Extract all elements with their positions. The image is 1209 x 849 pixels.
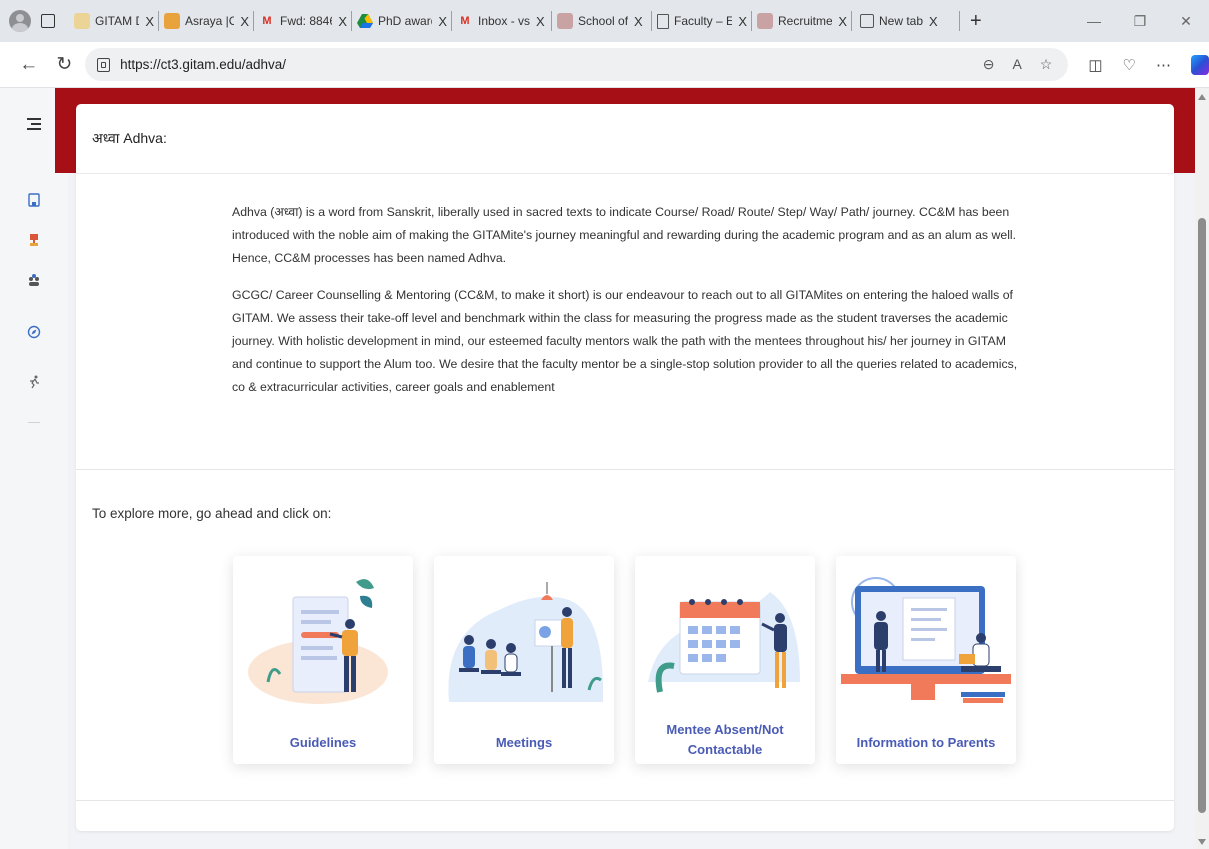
- split-screen-icon[interactable]: ◫: [1088, 56, 1102, 74]
- tile-label[interactable]: Information to Parents: [836, 733, 1016, 753]
- read-aloud-icon[interactable]: A: [1012, 56, 1021, 73]
- sidebar-divider: [28, 422, 40, 423]
- browser-toolbar: ← ↻ https://ct3.gitam.edu/adhva/ ⊖ A ☆ ◫…: [0, 42, 1209, 88]
- page-title: अध्वा Adhva:: [76, 104, 1174, 174]
- tile-label-line-2[interactable]: Contactable: [635, 740, 815, 760]
- mentee-absent-tile[interactable]: Mentee Absent/Not Contactable: [635, 556, 815, 764]
- back-icon[interactable]: ←: [18, 54, 40, 76]
- restore-icon[interactable]: ❐: [1117, 13, 1163, 30]
- card-footer-divider: [76, 800, 1174, 801]
- document-favicon-icon: [657, 13, 669, 29]
- scroll-down-icon[interactable]: [1198, 839, 1206, 845]
- gitam-favicon-icon: [557, 13, 573, 29]
- browser-tab-inbox[interactable]: M Inbox - vs X: [452, 0, 552, 42]
- tab-title: Recruitme: [778, 14, 833, 28]
- gitam-favicon-icon: [757, 13, 773, 29]
- tab-title: Inbox - vs: [478, 14, 531, 28]
- tile-label[interactable]: Meetings: [434, 733, 614, 753]
- page-viewport: अध्वा Adhva: Adhva (अध्वा) is a word fro…: [0, 88, 1209, 849]
- intro-paragraph: GCGC/ Career Counselling & Mentoring (CC…: [232, 288, 1018, 394]
- compass-icon[interactable]: [24, 322, 44, 342]
- page-scrollbar[interactable]: [1195, 88, 1209, 849]
- browser-tab-recruitment[interactable]: Recruitme X: [752, 0, 852, 42]
- guidelines-illustration: [248, 579, 388, 704]
- scroll-up-icon[interactable]: [1198, 94, 1206, 100]
- window-controls: — ❐ ✕: [1071, 13, 1209, 30]
- tab-title: Faculty – E: [674, 14, 733, 28]
- profile-avatar-icon[interactable]: [9, 10, 31, 32]
- browser-tab-fwd[interactable]: M Fwd: 8846 X: [254, 0, 352, 42]
- tab-close-icon[interactable]: X: [838, 14, 847, 29]
- adhva-card: अध्वा Adhva: Adhva (अध्वा) is a word fro…: [76, 104, 1174, 831]
- information-to-parents-tile[interactable]: Information to Parents: [836, 556, 1016, 764]
- lock-icon[interactable]: [97, 57, 111, 72]
- tab-title: GITAM De: [95, 14, 139, 28]
- zoom-icon[interactable]: ⊖: [983, 56, 995, 73]
- minimize-icon[interactable]: —: [1071, 13, 1117, 30]
- building-icon[interactable]: [24, 190, 44, 210]
- google-drive-favicon-icon: [357, 13, 373, 29]
- tab-close-icon[interactable]: X: [536, 14, 545, 29]
- tile-label-line-1[interactable]: Mentee Absent/Not: [635, 720, 815, 740]
- tile-label[interactable]: Guidelines: [233, 733, 413, 753]
- explore-tiles: Guidelines Meetings Mentee Absent/Not Co…: [233, 556, 1016, 764]
- browser-tab-strip: GITAM De X Asraya |Co X M Fwd: 8846 X Ph…: [0, 0, 1209, 42]
- tab-title: Fwd: 8846: [280, 14, 333, 28]
- browser-tab-school[interactable]: School of X: [552, 0, 652, 42]
- tab-close-icon[interactable]: X: [634, 14, 643, 29]
- sidebar: [0, 88, 68, 849]
- intro-paragraph: Adhva (अध्वा) is a word from Sanskrit, l…: [232, 205, 1017, 265]
- tab-close-icon[interactable]: X: [929, 14, 938, 29]
- browser-essentials-icon[interactable]: ♡: [1123, 56, 1136, 74]
- browser-tab-phd[interactable]: PhD award X: [352, 0, 452, 42]
- tab-actions-icon[interactable]: [41, 14, 55, 28]
- address-bar[interactable]: https://ct3.gitam.edu/adhva/ ⊖ A ☆: [85, 48, 1069, 81]
- favorite-star-icon[interactable]: ☆: [1040, 56, 1053, 73]
- tab-close-icon[interactable]: X: [240, 14, 249, 29]
- runner-icon[interactable]: [24, 372, 44, 392]
- meetings-illustration: [448, 582, 604, 702]
- newtab-favicon-icon: [860, 14, 874, 28]
- browser-tab-gitam[interactable]: GITAM De X: [69, 0, 159, 42]
- browser-tab-faculty[interactable]: Faculty – E X: [652, 0, 752, 42]
- browser-tab-asraya[interactable]: Asraya |Co X: [159, 0, 254, 42]
- close-window-icon[interactable]: ✕: [1163, 13, 1209, 30]
- url-text[interactable]: https://ct3.gitam.edu/adhva/: [120, 57, 286, 72]
- explore-heading: To explore more, go ahead and click on:: [92, 506, 332, 521]
- tab-close-icon[interactable]: X: [338, 14, 347, 29]
- meetings-tile[interactable]: Meetings: [434, 556, 614, 764]
- tab-close-icon[interactable]: X: [438, 14, 447, 29]
- gmail-favicon-icon: M: [262, 15, 272, 27]
- reload-icon[interactable]: ↻: [54, 53, 76, 76]
- people-icon[interactable]: [24, 270, 44, 290]
- menu-icon[interactable]: [24, 114, 44, 134]
- gmail-favicon-icon: M: [460, 15, 470, 27]
- browser-tab-newtab[interactable]: New tab X: [852, 0, 960, 42]
- gitam-favicon-icon: [74, 13, 90, 29]
- new-tab-button[interactable]: +: [970, 10, 982, 33]
- tab-title: Asraya |Co: [185, 14, 235, 28]
- guidelines-tile[interactable]: Guidelines: [233, 556, 413, 764]
- copilot-icon[interactable]: [1190, 54, 1209, 75]
- tab-title: School of: [578, 14, 629, 28]
- trophy-icon[interactable]: [24, 230, 44, 250]
- tab-close-icon[interactable]: X: [738, 14, 747, 29]
- tab-close-icon[interactable]: X: [145, 14, 154, 29]
- more-options-icon[interactable]: ⋯: [1156, 56, 1171, 74]
- parents-info-illustration: [841, 577, 1011, 703]
- scroll-thumb[interactable]: [1198, 218, 1206, 813]
- intro-section: Adhva (अध्वा) is a word from Sanskrit, l…: [76, 174, 1174, 470]
- tab-title: PhD award: [378, 14, 433, 28]
- calendar-illustration: [648, 592, 800, 693]
- tab-title: New tab: [879, 14, 924, 28]
- asraya-favicon-icon: [164, 13, 180, 29]
